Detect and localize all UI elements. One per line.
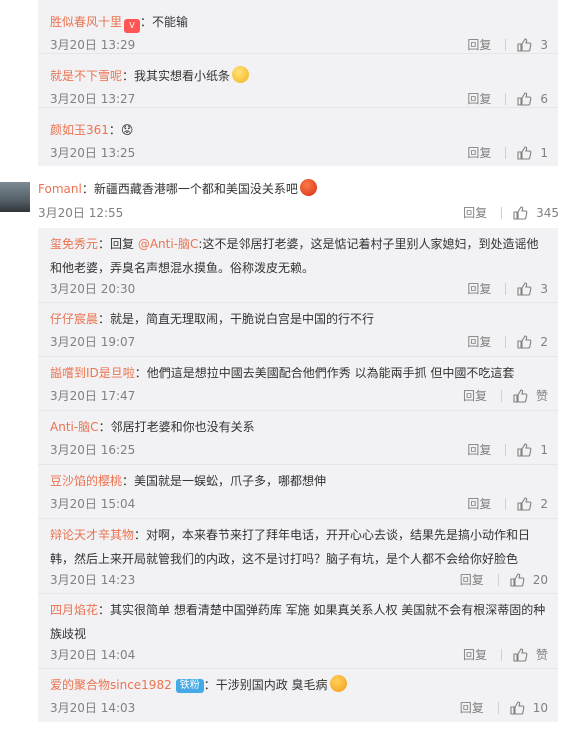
reply-time: 3月20日 16:25 bbox=[50, 443, 136, 457]
reply-time: 3月20日 14:03 bbox=[50, 701, 136, 715]
reply-text: ：回复 bbox=[98, 237, 138, 251]
reply-username[interactable]: 玺免秀元 bbox=[50, 237, 98, 251]
angry-emoji-icon bbox=[299, 179, 317, 196]
reply-item: 豆沙馅的樱桃：美国就是一蜈蚣，爪子多，哪都想伸 3月20日 15:04 回复 2 bbox=[38, 465, 558, 519]
reply-username[interactable]: 四月焰花 bbox=[50, 603, 98, 617]
thumbs-up-icon[interactable] bbox=[516, 145, 532, 161]
like-count: 6 bbox=[540, 91, 548, 106]
reply-text: ：我其实想看小纸条 bbox=[122, 69, 231, 83]
reply-username[interactable]: 爱的聚合物since1982 bbox=[50, 678, 172, 692]
reply-username[interactable]: 仔仔宸晨 bbox=[50, 312, 98, 326]
thumbs-up-icon[interactable] bbox=[512, 205, 528, 221]
thumbs-up-icon[interactable] bbox=[516, 496, 532, 512]
crying-emoji-icon bbox=[329, 675, 347, 692]
reply-username[interactable]: 颜如玉361 bbox=[50, 123, 109, 137]
thumbs-up-icon[interactable] bbox=[512, 647, 528, 663]
reply-panel-top: 胜似春风十里 V ：不能输 3月20日 13:29 回复 3 就是不下雪呢：我其实想… bbox=[38, 0, 558, 166]
avatar[interactable] bbox=[0, 182, 30, 212]
thumbs-up-icon[interactable] bbox=[509, 572, 525, 588]
like-count: 2 bbox=[540, 334, 548, 349]
like-count: 345 bbox=[536, 205, 559, 220]
reply-button[interactable]: 回复 bbox=[467, 441, 491, 458]
reply-item: 就是不下雪呢：我其实想看小纸条 3月20日 13:27 回复 6 bbox=[38, 54, 558, 108]
like-count: 1 bbox=[540, 442, 548, 457]
reply-button[interactable]: 回复 bbox=[467, 90, 491, 107]
reply-button[interactable]: 回复 bbox=[463, 204, 487, 221]
reply-time: 3月20日 17:47 bbox=[50, 389, 136, 403]
vip-icon: V bbox=[124, 19, 141, 33]
reply-username[interactable]: Anti-脑C bbox=[50, 420, 99, 434]
reply-button[interactable]: 回复 bbox=[460, 699, 484, 716]
reply-button[interactable]: 回复 bbox=[463, 387, 487, 404]
reply-text: ：就是，简直无理取闹，干脆说白宫是中国的行不行 bbox=[98, 312, 375, 326]
like-count: 2 bbox=[540, 496, 548, 511]
reply-text: ：干涉别国内政 臭毛病 bbox=[203, 678, 328, 692]
reply-button[interactable]: 回复 bbox=[467, 36, 491, 53]
reply-item: 謚嚐到ID是旦啦：他們這是想拉中國去美國配合他們作秀 以為能兩手抓 但中國不吃這… bbox=[38, 357, 558, 411]
reply-text: ：不能输 bbox=[140, 15, 189, 29]
mention-link[interactable]: @Anti-脑C bbox=[138, 237, 199, 251]
reply-username[interactable]: 就是不下雪呢 bbox=[50, 69, 122, 83]
reply-button[interactable]: 回复 bbox=[463, 646, 487, 663]
like-count: 10 bbox=[532, 700, 548, 715]
reply-item: 玺免秀元：回复 @Anti-脑C:这不是邻居打老婆，这是惦记着村子里别人家媳妇，… bbox=[38, 228, 558, 303]
reply-text: ：其实很简单 想看清楚中国弹药库 军施 如果真关系人权 美国就不会有根深蒂固的种… bbox=[50, 603, 546, 641]
thumbs-up-icon[interactable] bbox=[516, 334, 532, 350]
like-count: 20 bbox=[532, 572, 548, 587]
like-count: 1 bbox=[540, 145, 548, 160]
reply-button[interactable]: 回复 bbox=[460, 571, 484, 588]
reply-time: 3月20日 20:30 bbox=[50, 282, 136, 296]
thumbs-up-icon[interactable] bbox=[512, 388, 528, 404]
thumbs-up-icon[interactable] bbox=[509, 700, 525, 716]
like-count: 3 bbox=[540, 281, 548, 296]
like-count: 3 bbox=[540, 37, 548, 52]
reply-username[interactable]: 胜似春风十里 bbox=[50, 15, 122, 29]
comment-username[interactable]: Fomanl bbox=[38, 182, 82, 196]
reply-item: 颜如玉361：😟 3月20日 13:25 回复 1 bbox=[38, 108, 558, 166]
reply-item: Anti-脑C：邻居打老婆和你也没有关系 3月20日 16:25 回复 1 bbox=[38, 411, 558, 465]
reply-button[interactable]: 回复 bbox=[467, 333, 491, 350]
reply-time: 3月20日 13:27 bbox=[50, 92, 136, 106]
reply-time: 3月20日 14:23 bbox=[50, 573, 136, 587]
comment-time: 3月20日 12:55 bbox=[38, 206, 124, 220]
reply-username[interactable]: 謚嚐到ID是旦啦 bbox=[50, 366, 135, 380]
reply-time: 3月20日 13:29 bbox=[50, 38, 136, 52]
reply-time: 3月20日 19:07 bbox=[50, 335, 136, 349]
reply-item: 爱的聚合物since1982 铁粉 ：干涉别国内政 臭毛病 3月20日 14:03 … bbox=[38, 669, 558, 729]
reply-username[interactable]: 豆沙馅的樱桃 bbox=[50, 474, 122, 488]
reply-text: ：邻居打老婆和你也没有关系 bbox=[98, 420, 255, 434]
like-text[interactable]: 赞 bbox=[536, 387, 548, 404]
reply-button[interactable]: 回复 bbox=[467, 495, 491, 512]
comment-text: ：新疆西藏香港哪一个都和美国没关系吧 bbox=[81, 182, 298, 196]
reply-text: ：😟 bbox=[108, 123, 134, 137]
reply-text: ：美国就是一蜈蚣，爪子多，哪都想伸 bbox=[122, 474, 327, 488]
reply-time: 3月20日 13:25 bbox=[50, 146, 136, 160]
reply-text: ：他們這是想拉中國去美國配合他們作秀 以為能兩手抓 但中國不吃這套 bbox=[134, 366, 515, 380]
smile-emoji-icon bbox=[232, 66, 250, 83]
reply-item: 四月焰花：其实很简单 想看清楚中国弹药库 军施 如果真关系人权 美国就不会有根深… bbox=[38, 594, 558, 669]
reply-panel: 玺免秀元：回复 @Anti-脑C:这不是邻居打老婆，这是惦记着村子里别人家媳妇，… bbox=[38, 228, 558, 722]
thumbs-up-icon[interactable] bbox=[516, 442, 532, 458]
like-text[interactable]: 赞 bbox=[536, 646, 548, 663]
reply-button[interactable]: 回复 bbox=[467, 144, 491, 161]
reply-item: 辩论天才辛其物：对啊，本来春节来打了拜年电话，开开心心去谈，结果先是搞小动作和日… bbox=[38, 519, 558, 594]
comment-item: Fomanl：新疆西藏香港哪一个都和美国没关系吧 3月20日 12:55 回复 … bbox=[0, 178, 575, 222]
reply-item: 胜似春风十里 V ：不能输 3月20日 13:29 回复 3 bbox=[38, 0, 558, 54]
reply-button[interactable]: 回复 bbox=[467, 280, 491, 297]
thumbs-up-icon[interactable] bbox=[516, 281, 532, 297]
reply-item: 仔仔宸晨：就是，简直无理取闹，干脆说白宫是中国的行不行 3月20日 19:07 … bbox=[38, 303, 558, 357]
thumbs-up-icon[interactable] bbox=[516, 91, 532, 107]
thumbs-up-icon[interactable] bbox=[516, 37, 532, 53]
reply-time: 3月20日 15:04 bbox=[50, 497, 136, 511]
reply-time: 3月20日 14:04 bbox=[50, 648, 136, 662]
fan-badge: 铁粉 bbox=[175, 679, 204, 693]
reply-username[interactable]: 辩论天才辛其物 bbox=[50, 528, 134, 542]
